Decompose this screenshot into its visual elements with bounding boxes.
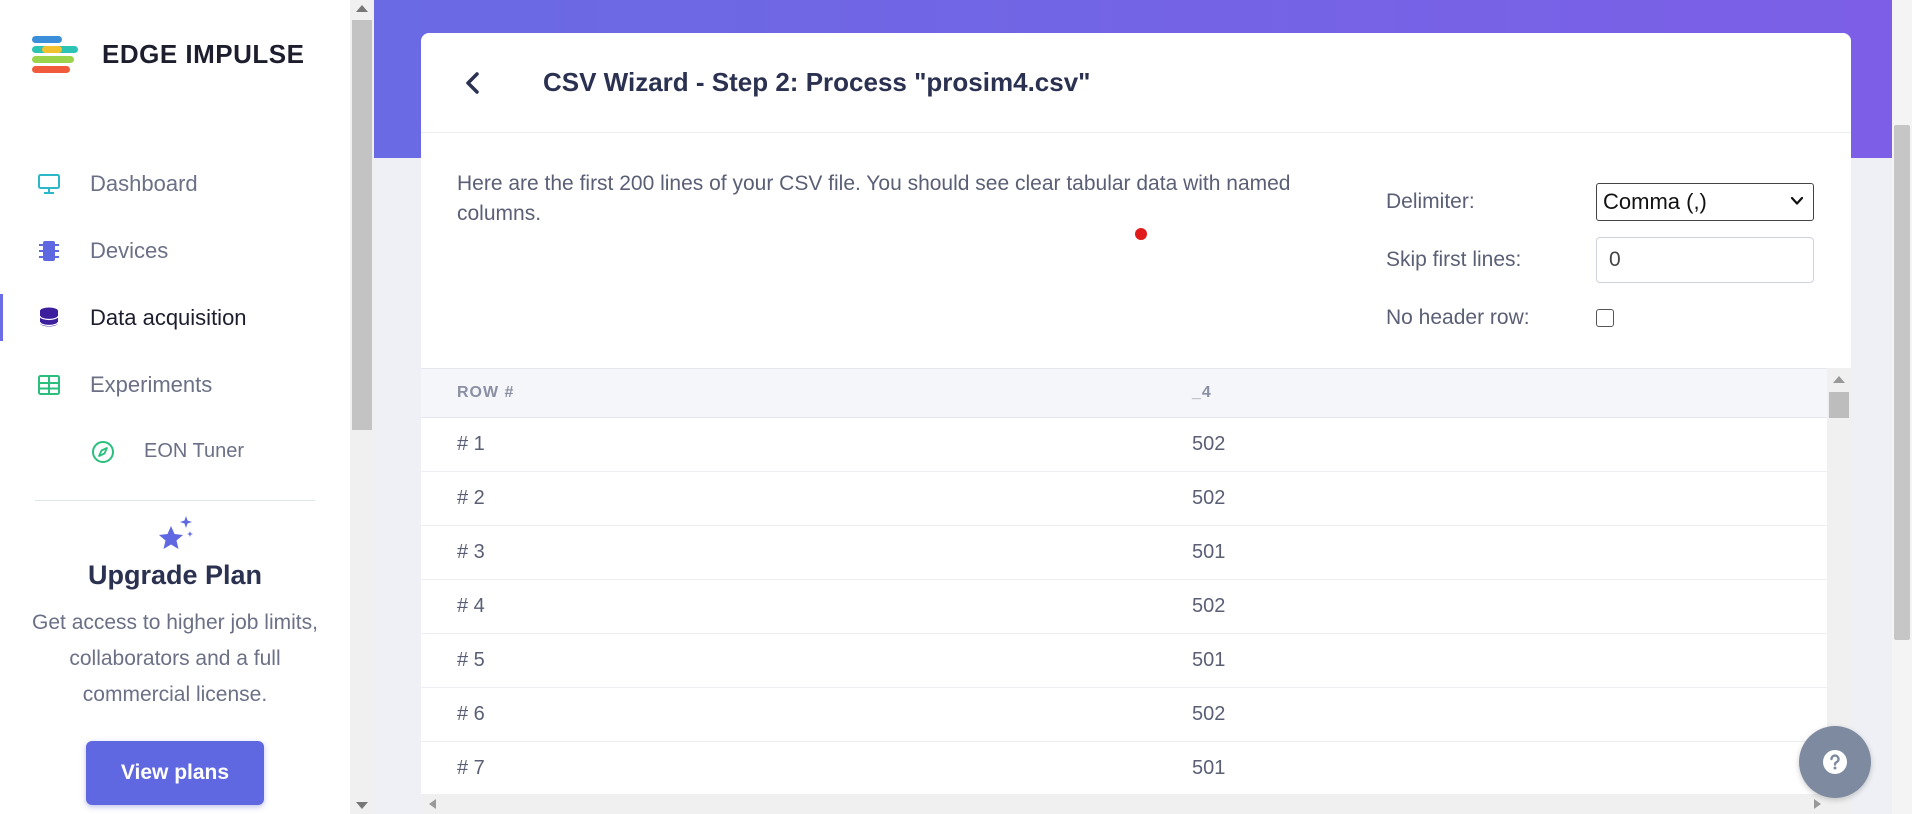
scroll-down-arrow-icon[interactable] [356, 802, 368, 809]
sidebar-item-label: Dashboard [90, 170, 198, 196]
brand-logo[interactable]: EDGE IMPULSE [32, 34, 304, 74]
table-row: # 6 502 [421, 688, 1827, 742]
row-number-cell: # 5 [457, 649, 485, 671]
grid-table-icon [36, 372, 62, 398]
sidebar: EDGE IMPULSE Dashboard Devices Data acqu… [0, 0, 350, 814]
table-row: # 4 502 [421, 580, 1827, 634]
sidebar-item-devices[interactable]: Devices [0, 217, 350, 284]
table-header: ROW # _4 [421, 368, 1827, 418]
scroll-right-arrow-icon[interactable] [1814, 799, 1821, 809]
chevron-left-icon [466, 71, 479, 94]
no-header-checkbox[interactable] [1596, 309, 1614, 327]
row-number-cell: # 1 [457, 433, 485, 455]
main-content: CSV Wizard - Step 2: Process "prosim4.cs… [374, 0, 1892, 814]
upgrade-plan-panel: Upgrade Plan Get access to higher job li… [20, 512, 330, 805]
row-number-cell: # 3 [457, 541, 485, 563]
brand-name: EDGE IMPULSE [102, 38, 305, 69]
upgrade-title: Upgrade Plan [87, 560, 263, 590]
sidebar-item-dashboard[interactable]: Dashboard [0, 150, 350, 217]
card-header: CSV Wizard - Step 2: Process "prosim4.cs… [421, 33, 1851, 133]
page-title: CSV Wizard - Step 2: Process "prosim4.cs… [543, 67, 1091, 97]
sidebar-item-label: Experiments [90, 371, 213, 397]
table-row: # 7 501 [421, 742, 1827, 796]
view-plans-button[interactable]: View plans [86, 741, 264, 805]
question-mark-icon [1823, 750, 1847, 774]
table-row: # 1 502 [421, 418, 1827, 472]
upgrade-description: Get access to higher job limits, collabo… [32, 611, 318, 706]
sidebar-nav: Dashboard Devices Data acquisition Exper… [0, 150, 350, 485]
chevron-down-icon [1790, 196, 1804, 205]
table-row: # 5 501 [421, 634, 1827, 688]
no-header-row: No header row: [1386, 289, 1816, 347]
sidebar-divider [35, 500, 315, 501]
scroll-up-arrow-icon[interactable] [1833, 376, 1845, 383]
scrollbar-thumb[interactable] [352, 20, 372, 430]
compass-icon [90, 439, 116, 465]
delimiter-label: Delimiter: [1386, 190, 1475, 213]
sidebar-item-data-acquisition[interactable]: Data acquisition [0, 284, 350, 351]
scroll-up-arrow-icon[interactable] [356, 5, 368, 12]
value-cell: 501 [1192, 649, 1226, 671]
table-horizontal-scrollbar[interactable] [421, 794, 1851, 814]
table-row: # 2 502 [421, 472, 1827, 526]
scrollbar-thumb[interactable] [1894, 125, 1910, 640]
chip-icon [36, 238, 62, 264]
value-cell: 501 [1192, 757, 1226, 779]
skip-lines-input[interactable]: 0 [1596, 237, 1814, 283]
csv-options: Delimiter: Comma (,) Skip first lines: 0… [1386, 173, 1816, 347]
value-cell: 502 [1192, 487, 1226, 509]
value-cell: 501 [1192, 541, 1226, 563]
table-row: # 3 501 [421, 526, 1827, 580]
wizard-intro-text: Here are the first 200 lines of your CSV… [457, 172, 1291, 225]
delimiter-value: Comma (,) [1603, 189, 1707, 214]
row-number-cell: # 4 [457, 595, 485, 617]
delimiter-row: Delimiter: Comma (,) [1386, 173, 1816, 231]
value-cell: 502 [1192, 595, 1226, 617]
cursor-marker [1135, 228, 1147, 240]
page-scrollbar[interactable] [1892, 0, 1912, 814]
sidebar-item-eon-tuner[interactable]: EON Tuner [0, 418, 350, 485]
sidebar-item-label: EON Tuner [144, 440, 245, 462]
no-header-label: No header row: [1386, 306, 1530, 329]
value-cell: 502 [1192, 433, 1226, 455]
row-number-cell: # 7 [457, 757, 485, 779]
scrollbar-thumb[interactable] [1829, 392, 1849, 418]
skip-lines-label: Skip first lines: [1386, 248, 1522, 271]
edge-impulse-logo-icon [32, 34, 88, 74]
row-number-cell: # 2 [457, 487, 485, 509]
value-cell: 502 [1192, 703, 1226, 725]
sidebar-scrollbar[interactable] [350, 0, 374, 814]
column-header-row-number: ROW # [457, 384, 515, 401]
database-icon [36, 305, 62, 331]
sidebar-item-label: Devices [90, 237, 169, 263]
back-button[interactable] [453, 63, 493, 103]
csv-preview-table: ROW # _4 # 1 502 # 2 502 # 3 501 # 4 502 # 5… [421, 368, 1851, 814]
monitor-icon [36, 171, 62, 197]
skip-lines-row: Skip first lines: 0 [1386, 231, 1816, 289]
help-button[interactable] [1799, 726, 1871, 798]
column-header-value: _4 [1192, 384, 1212, 401]
scroll-left-arrow-icon[interactable] [429, 799, 436, 809]
sidebar-item-experiments[interactable]: Experiments [0, 351, 350, 418]
row-number-cell: # 6 [457, 703, 485, 725]
delimiter-select[interactable]: Comma (,) [1596, 183, 1814, 221]
sparkle-star-icon [153, 512, 197, 556]
sidebar-item-label: Data acquisition [90, 304, 247, 330]
